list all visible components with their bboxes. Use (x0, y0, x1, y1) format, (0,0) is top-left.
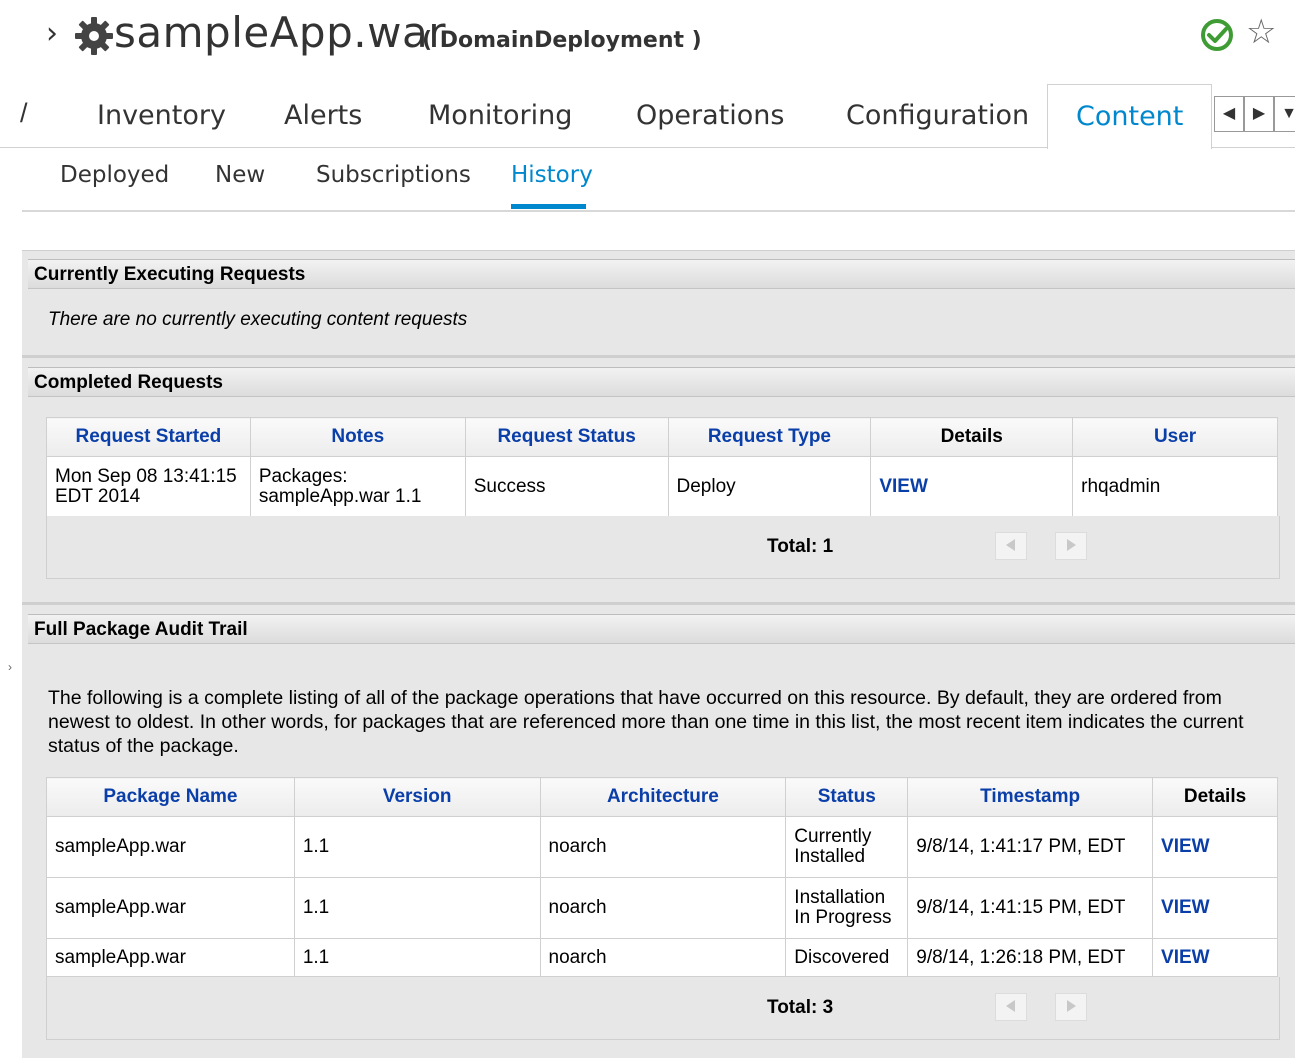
col-notes[interactable]: Notes (249, 417, 466, 457)
cell-details: VIEW (870, 456, 1074, 517)
resource-type: ( DomainDeployment ) (422, 28, 702, 53)
cell-package-name: sampleApp.war (46, 816, 295, 878)
cell-status: Currently Installed (785, 816, 909, 878)
prev-page-icon[interactable] (995, 532, 1027, 560)
favorite-star-icon[interactable]: ☆ (1246, 12, 1276, 52)
cell-user: rhqadmin (1072, 456, 1278, 517)
col-version[interactable]: Version (293, 777, 541, 817)
view-details-link[interactable]: VIEW (1161, 897, 1210, 918)
cell-details: VIEW (1152, 877, 1278, 939)
col-details: Details (1152, 777, 1278, 817)
tab-content[interactable]: Content (1047, 84, 1213, 149)
view-details-link[interactable]: VIEW (1161, 836, 1210, 857)
table-row[interactable]: sampleApp.war 1.1 noarch Currently Insta… (46, 816, 1278, 878)
view-details-link[interactable]: VIEW (1161, 947, 1210, 968)
no-executing-message: There are no currently executing content… (48, 309, 468, 330)
col-timestamp[interactable]: Timestamp (907, 777, 1154, 817)
table-header-row: Request Started Notes Request Status Req… (46, 417, 1278, 457)
cell-architecture: noarch (539, 816, 787, 878)
tab-alerts[interactable]: Alerts (284, 84, 362, 148)
resource-title: sampleApp.war (114, 8, 446, 57)
cell-timestamp: 9/8/14, 1:26:18 PM, EDT (907, 938, 1154, 977)
cell-details: VIEW (1152, 938, 1278, 977)
cell-started: Mon Sep 08 13:41:15 EDT 2014 (46, 456, 251, 517)
cell-timestamp: 9/8/14, 1:41:15 PM, EDT (907, 877, 1154, 939)
audit-trail-table: Package Name Version Architecture Status… (46, 777, 1278, 977)
completed-requests-table: Request Started Notes Request Status Req… (46, 417, 1278, 517)
table-row[interactable]: Mon Sep 08 13:41:15 EDT 2014 Packages: s… (46, 456, 1278, 517)
col-package-name[interactable]: Package Name (46, 777, 295, 817)
collapse-handle-icon[interactable]: › (8, 660, 14, 686)
col-request-started[interactable]: Request Started (46, 417, 251, 457)
col-architecture[interactable]: Architecture (539, 777, 787, 817)
cell-type: Deploy (667, 456, 872, 517)
subtab-subscriptions[interactable]: Subscriptions (316, 162, 471, 188)
cell-package-name: sampleApp.war (46, 938, 295, 977)
section-divider (22, 602, 1295, 605)
scroll-left-icon[interactable]: ◀ (1214, 96, 1244, 132)
resource-header: › sampleApp.war ( DomainDeployment ) ☆ (0, 0, 1295, 80)
subtab-divider (22, 210, 1295, 212)
cell-version: 1.1 (293, 938, 541, 977)
tab-configuration[interactable]: Configuration (846, 84, 1029, 148)
cell-timestamp: 9/8/14, 1:41:17 PM, EDT (907, 816, 1154, 878)
tab-monitoring[interactable]: Monitoring (428, 84, 572, 148)
tab-scroll-buttons: ◀ ▶ ▼ (1214, 96, 1295, 132)
tab-menu-dropdown-icon[interactable]: ▼ (1274, 96, 1295, 132)
history-panel: Currently Executing Requests There are n… (22, 250, 1295, 1058)
completed-table-footer: Total: 1 (46, 516, 1280, 579)
tab-inventory[interactable]: Inventory (97, 84, 226, 148)
completed-total: Total: 1 (767, 536, 834, 557)
cell-status: Success (464, 456, 669, 517)
table-header-row: Package Name Version Architecture Status… (46, 777, 1278, 817)
section-divider (22, 355, 1295, 358)
subtab-history[interactable]: History (511, 162, 593, 188)
table-row[interactable]: sampleApp.war 1.1 noarch Discovered 9/8/… (46, 938, 1278, 977)
availability-up-icon (1201, 19, 1233, 51)
audit-total: Total: 3 (767, 997, 834, 1018)
main-tabs: / Inventory Alerts Monitoring Operations… (0, 84, 1295, 149)
cell-status: Installation In Progress (785, 877, 909, 939)
subtab-new[interactable]: New (215, 162, 265, 188)
audit-table-footer: Total: 3 (46, 977, 1280, 1040)
audit-section-header: Full Package Audit Trail (28, 614, 1295, 644)
audit-description: The following is a complete listing of a… (48, 687, 1244, 757)
col-request-type[interactable]: Request Type (667, 417, 872, 457)
col-status[interactable]: Status (785, 777, 909, 817)
col-user[interactable]: User (1072, 417, 1278, 457)
cell-details: VIEW (1152, 816, 1278, 878)
view-details-link[interactable]: VIEW (879, 476, 928, 497)
cell-status: Discovered (785, 938, 909, 977)
active-subtab-indicator (511, 204, 586, 209)
cell-architecture: noarch (539, 877, 787, 939)
next-page-icon[interactable] (1055, 532, 1087, 560)
cell-notes: Packages: sampleApp.war 1.1 (249, 456, 466, 517)
cell-package-name: sampleApp.war (46, 877, 295, 939)
col-request-status[interactable]: Request Status (464, 417, 669, 457)
scroll-right-icon[interactable]: ▶ (1244, 96, 1274, 132)
executing-section-header: Currently Executing Requests (28, 259, 1295, 289)
prev-page-icon[interactable] (995, 993, 1027, 1021)
gear-icon (75, 17, 113, 55)
completed-section-header: Completed Requests (28, 367, 1295, 397)
table-row[interactable]: sampleApp.war 1.1 noarch Installation In… (46, 877, 1278, 939)
tab-partial[interactable]: / (20, 98, 28, 129)
sub-tabs: Deployed New Subscriptions History (0, 150, 1295, 212)
subtab-deployed[interactable]: Deployed (60, 162, 169, 188)
cell-version: 1.1 (293, 877, 541, 939)
cell-architecture: noarch (539, 938, 787, 977)
col-details: Details (870, 417, 1074, 457)
next-page-icon[interactable] (1055, 993, 1087, 1021)
tab-operations[interactable]: Operations (636, 84, 784, 148)
cell-version: 1.1 (293, 816, 541, 878)
chevron-right-icon[interactable]: › (46, 16, 58, 51)
